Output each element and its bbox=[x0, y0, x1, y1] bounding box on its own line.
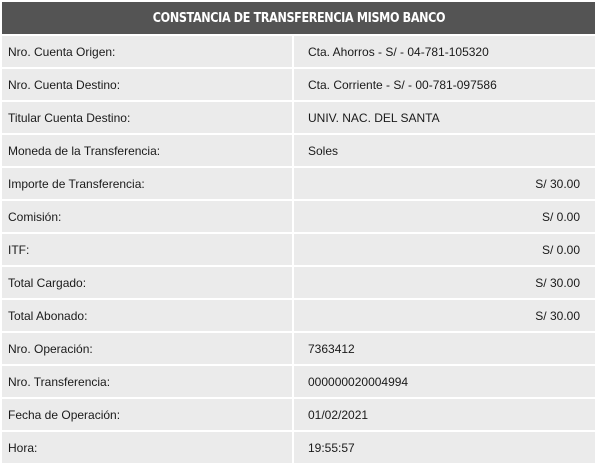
row-nro-transferencia: Nro. Transferencia: 000000020004994 bbox=[2, 366, 595, 397]
value-cuenta-origen: Cta. Ahorros - S/ - 04-781-105320 bbox=[294, 36, 595, 67]
row-total-cargado: Total Cargado: S/ 30.00 bbox=[2, 267, 595, 298]
row-importe: Importe de Transferencia: S/ 30.00 bbox=[2, 168, 595, 199]
value-moneda: Soles bbox=[294, 135, 595, 166]
label-fecha-operacion: Fecha de Operación: bbox=[2, 399, 292, 430]
value-hora: 19:55:57 bbox=[294, 432, 595, 463]
row-total-abonado: Total Abonado: S/ 30.00 bbox=[2, 300, 595, 331]
label-total-abonado: Total Abonado: bbox=[2, 300, 292, 331]
value-fecha-operacion: 01/02/2021 bbox=[294, 399, 595, 430]
row-cuenta-origen: Nro. Cuenta Origen: Cta. Ahorros - S/ - … bbox=[2, 36, 595, 67]
row-hora: Hora: 19:55:57 bbox=[2, 432, 595, 463]
value-nro-transferencia: 000000020004994 bbox=[294, 366, 595, 397]
label-hora: Hora: bbox=[2, 432, 292, 463]
value-comision: S/ 0.00 bbox=[294, 201, 595, 232]
value-titular-destino: UNIV. NAC. DEL SANTA bbox=[294, 102, 595, 133]
value-total-cargado: S/ 30.00 bbox=[294, 267, 595, 298]
transfer-receipt: CONSTANCIA DE TRANSFERENCIA MISMO BANCO … bbox=[0, 0, 598, 471]
value-cuenta-destino: Cta. Corriente - S/ - 00-781-097586 bbox=[294, 69, 595, 100]
row-itf: ITF: S/ 0.00 bbox=[2, 234, 595, 265]
value-nro-operacion: 7363412 bbox=[294, 333, 595, 364]
receipt-table: Nro. Cuenta Origen: Cta. Ahorros - S/ - … bbox=[2, 34, 595, 463]
label-comision: Comisión: bbox=[2, 201, 292, 232]
value-total-abonado: S/ 30.00 bbox=[294, 300, 595, 331]
row-fecha-operacion: Fecha de Operación: 01/02/2021 bbox=[2, 399, 595, 430]
label-cuenta-destino: Nro. Cuenta Destino: bbox=[2, 69, 292, 100]
value-importe: S/ 30.00 bbox=[294, 168, 595, 199]
label-titular-destino: Titular Cuenta Destino: bbox=[2, 102, 292, 133]
row-titular-destino: Titular Cuenta Destino: UNIV. NAC. DEL S… bbox=[2, 102, 595, 133]
row-comision: Comisión: S/ 0.00 bbox=[2, 201, 595, 232]
row-cuenta-destino: Nro. Cuenta Destino: Cta. Corriente - S/… bbox=[2, 69, 595, 100]
receipt-header: CONSTANCIA DE TRANSFERENCIA MISMO BANCO bbox=[2, 2, 595, 34]
receipt-title: CONSTANCIA DE TRANSFERENCIA MISMO BANCO bbox=[152, 10, 445, 26]
label-itf: ITF: bbox=[2, 234, 292, 265]
label-moneda: Moneda de la Transferencia: bbox=[2, 135, 292, 166]
row-nro-operacion: Nro. Operación: 7363412 bbox=[2, 333, 595, 364]
label-cuenta-origen: Nro. Cuenta Origen: bbox=[2, 36, 292, 67]
value-itf: S/ 0.00 bbox=[294, 234, 595, 265]
row-moneda: Moneda de la Transferencia: Soles bbox=[2, 135, 595, 166]
label-nro-transferencia: Nro. Transferencia: bbox=[2, 366, 292, 397]
label-nro-operacion: Nro. Operación: bbox=[2, 333, 292, 364]
label-total-cargado: Total Cargado: bbox=[2, 267, 292, 298]
label-importe: Importe de Transferencia: bbox=[2, 168, 292, 199]
